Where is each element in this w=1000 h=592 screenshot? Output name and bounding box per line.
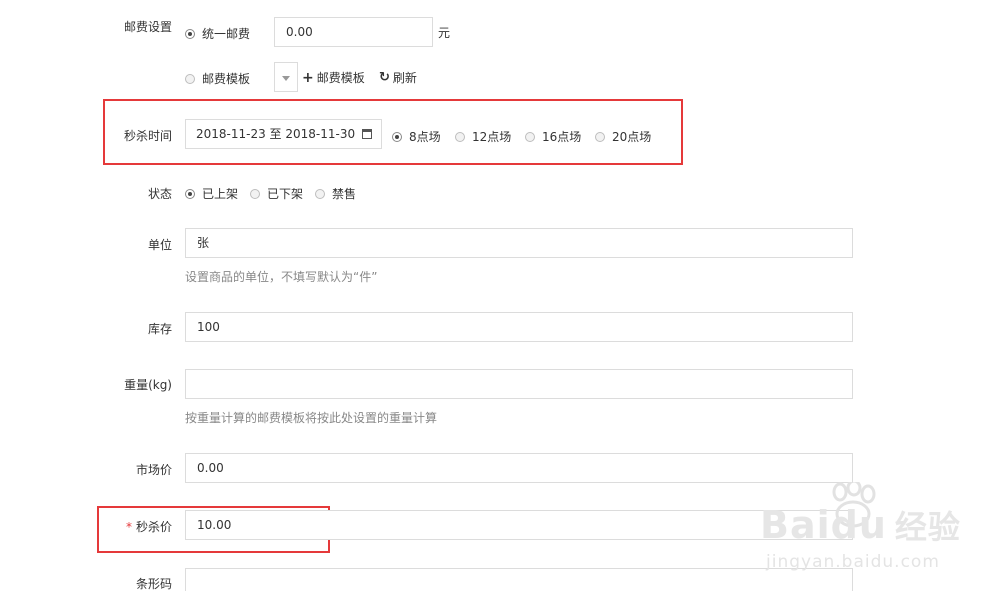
status-option-label: 已上架: [202, 187, 239, 201]
session-label: 16点场: [542, 130, 582, 144]
date-range-input[interactable]: 2018-11-23 至 2018-11-30: [185, 119, 382, 149]
status-option-label: 禁售: [332, 187, 357, 201]
radio-dot-selected[interactable]: [185, 28, 195, 39]
radio-status-banned[interactable]: 禁售: [315, 185, 356, 202]
radio-dot[interactable]: [185, 73, 195, 84]
currency-unit: 元: [438, 26, 451, 40]
stock-input[interactable]: 100: [185, 312, 853, 342]
market-price-input[interactable]: 0.00: [185, 453, 853, 483]
radio-status-delisted[interactable]: 已下架: [250, 185, 303, 202]
refresh-icon: ↻: [379, 70, 390, 85]
weight-help-text: 按重量计算的邮费模板将按此处设置的重量计算: [185, 411, 438, 425]
barcode-label: 条形码: [135, 577, 172, 591]
radio-dot[interactable]: [250, 188, 260, 199]
unified-shipping-input[interactable]: 0.00: [274, 17, 433, 47]
radio-label: 统一邮费: [202, 27, 251, 41]
session-label: 12点场: [472, 130, 512, 144]
baidu-watermark-logo: Baidu 经验: [760, 502, 961, 548]
weight-input[interactable]: [185, 369, 853, 399]
radio-unified-shipping[interactable]: 统一邮费: [185, 25, 250, 42]
radio-session-20[interactable]: 20点场: [595, 128, 651, 145]
watermark-url: jingyan.baidu.com: [766, 552, 940, 572]
unit-label: 单位: [147, 238, 172, 252]
radio-dot[interactable]: [595, 131, 605, 142]
radio-dot[interactable]: [525, 131, 535, 142]
seckill-price-input[interactable]: 10.00: [185, 510, 853, 540]
date-range-text: 2018-11-23 至 2018-11-30: [196, 127, 356, 141]
session-label: 8点场: [409, 130, 441, 144]
radio-session-16[interactable]: 16点场: [525, 128, 581, 145]
radio-dot[interactable]: [315, 188, 325, 199]
seckill-price-label-text: 秒杀价: [135, 520, 172, 534]
shipping-label: 邮费设置: [123, 20, 172, 34]
shipping-template-select[interactable]: [274, 62, 298, 92]
watermark-brand2: du: [830, 503, 887, 547]
radio-dot-selected[interactable]: [185, 188, 195, 199]
refresh-link[interactable]: ↻ 刷新: [379, 69, 417, 86]
seckill-price-label: * 秒杀价: [126, 518, 172, 535]
required-mark: *: [125, 520, 132, 534]
unit-help-text: 设置商品的单位，不填写默认为“件”: [185, 270, 378, 284]
barcode-input[interactable]: [185, 568, 853, 591]
chevron-down-icon: [282, 76, 290, 81]
session-label: 20点场: [612, 130, 652, 144]
radio-label: 邮费模板: [202, 72, 251, 86]
radio-status-listed[interactable]: 已上架: [185, 185, 238, 202]
watermark-brand: Bai: [760, 503, 831, 547]
radio-dot[interactable]: [455, 131, 465, 142]
radio-session-12[interactable]: 12点场: [455, 128, 511, 145]
status-label: 状态: [147, 187, 172, 201]
plus-icon: +: [302, 69, 314, 86]
add-template-label: 邮费模板: [316, 71, 365, 85]
calendar-icon: [362, 129, 372, 139]
seckill-time-label: 秒杀时间: [123, 129, 172, 143]
stock-label: 库存: [147, 322, 172, 336]
unit-input[interactable]: 张: [185, 228, 853, 258]
radio-session-8[interactable]: 8点场: [392, 128, 441, 145]
radio-dot-selected[interactable]: [392, 131, 402, 142]
radio-template-shipping[interactable]: 邮费模板: [185, 70, 250, 87]
market-price-label: 市场价: [135, 463, 172, 477]
watermark-suffix: 经验: [894, 508, 961, 546]
add-template-link[interactable]: + 邮费模板: [302, 69, 365, 86]
weight-label: 重量(kg): [124, 378, 172, 392]
refresh-label: 刷新: [392, 71, 417, 85]
status-option-label: 已下架: [267, 187, 304, 201]
